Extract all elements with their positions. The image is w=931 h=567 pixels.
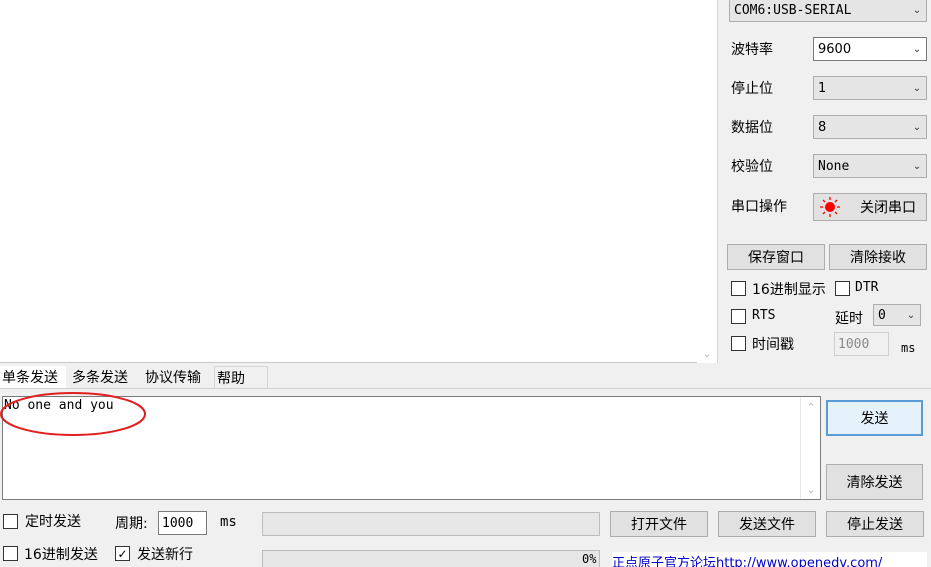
hex-display-checkbox[interactable]	[731, 281, 746, 296]
tab-divider	[0, 388, 931, 389]
rts-label: RTS	[752, 308, 776, 323]
baud-select[interactable]: 9600 ⌄	[813, 37, 927, 61]
timestamp-unit: ms	[901, 341, 916, 355]
chevron-up-icon[interactable]: ⌃	[801, 399, 821, 415]
chevron-down-icon[interactable]: ⌄	[801, 481, 821, 497]
chevron-down-icon: ⌄	[912, 82, 922, 94]
chevron-down-icon: ⌄	[912, 121, 922, 133]
stop-bits-value: 1	[818, 80, 827, 96]
chevron-down-icon: ⌄	[906, 309, 916, 321]
baud-value: 9600	[818, 41, 852, 57]
clear-receive-button[interactable]: 清除接收	[829, 244, 927, 270]
dtr-label: DTR	[855, 280, 879, 295]
port-select[interactable]: COM6:USB-SERIAL ⌄	[729, 0, 927, 22]
timed-send-label: 定时发送	[25, 514, 81, 530]
receive-scrollbar[interactable]: ⌄	[697, 0, 717, 363]
chevron-down-icon: ⌄	[912, 43, 922, 55]
stop-send-button[interactable]: 停止发送	[826, 511, 924, 537]
hex-send-checkbox[interactable]	[3, 546, 18, 561]
checkmark-icon: ✓	[117, 546, 128, 561]
receive-area[interactable]: ⌄	[0, 0, 718, 363]
baud-label: 波特率	[731, 42, 773, 58]
hex-display-label: 16进制显示	[752, 282, 826, 298]
send-newline-checkbox[interactable]: ✓	[115, 546, 130, 561]
timestamp-input[interactable]: 1000	[834, 332, 889, 356]
parity-value: None	[818, 158, 850, 174]
data-bits-select[interactable]: 8 ⌄	[813, 115, 927, 139]
chevron-down-icon: ⌄	[912, 5, 922, 16]
tab-single-send[interactable]: 单条发送	[0, 366, 66, 388]
send-file-button[interactable]: 发送文件	[718, 511, 816, 537]
send-newline-label: 发送新行	[137, 547, 193, 563]
chevron-down-icon: ⌄	[912, 160, 922, 172]
period-input[interactable]: 1000	[158, 511, 207, 535]
operation-label: 串口操作	[731, 199, 787, 215]
tab-multi-send[interactable]: 多条发送	[70, 366, 136, 388]
period-unit: ms	[220, 514, 237, 530]
dtr-checkbox[interactable]	[835, 281, 850, 296]
save-window-button[interactable]: 保存窗口	[727, 244, 825, 270]
forum-link[interactable]: 正点原子官方论坛http://www.openedv.com/	[612, 552, 927, 567]
indicator-light-icon	[820, 197, 840, 217]
tab-help[interactable]: 帮助	[214, 366, 268, 388]
send-button[interactable]: 发送	[826, 400, 923, 436]
delay-label: 延时	[835, 311, 863, 327]
period-label: 周期:	[115, 516, 148, 532]
clear-send-button[interactable]: 清除发送	[826, 464, 923, 500]
tab-protocol[interactable]: 协议传输	[143, 366, 209, 388]
data-bits-label: 数据位	[731, 120, 773, 136]
stop-bits-label: 停止位	[731, 81, 773, 97]
annotation-ellipse	[0, 392, 146, 436]
progress-percent: 0%	[582, 552, 597, 566]
rts-checkbox[interactable]	[731, 309, 746, 324]
timestamp-label: 时间戳	[752, 337, 794, 353]
send-progress-bar	[262, 550, 600, 567]
file-path-field[interactable]	[262, 512, 600, 536]
chevron-down-icon[interactable]: ⌄	[697, 345, 717, 361]
parity-select[interactable]: None ⌄	[813, 154, 927, 178]
hex-send-label: 16进制发送	[24, 547, 98, 563]
timed-send-checkbox[interactable]	[3, 514, 18, 529]
open-file-button[interactable]: 打开文件	[610, 511, 708, 537]
parity-label: 校验位	[731, 159, 773, 175]
stop-bits-select[interactable]: 1 ⌄	[813, 76, 927, 100]
close-port-label: 关闭串口	[860, 200, 916, 216]
close-port-button[interactable]: 关闭串口	[813, 193, 927, 221]
send-scrollbar[interactable]: ⌃ ⌄	[800, 397, 820, 499]
delay-select[interactable]: 0 ⌄	[873, 304, 921, 326]
delay-value: 0	[878, 307, 886, 323]
data-bits-value: 8	[818, 119, 827, 135]
port-select-value: COM6:USB-SERIAL	[734, 3, 852, 18]
timestamp-checkbox[interactable]	[731, 336, 746, 351]
